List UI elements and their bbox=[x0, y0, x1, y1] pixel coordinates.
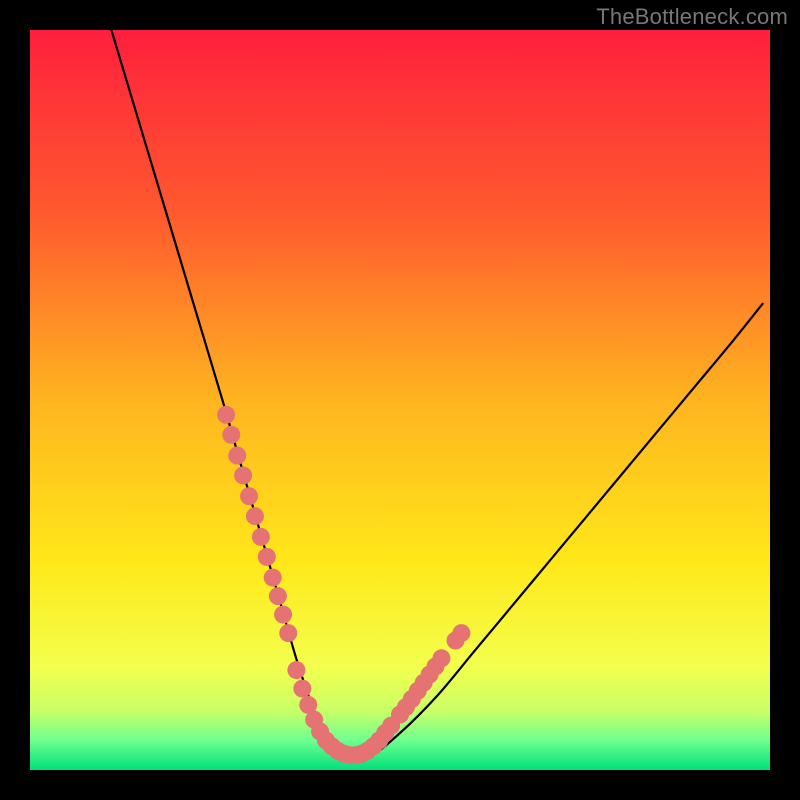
watermark-text: TheBottleneck.com bbox=[596, 4, 788, 30]
curve-dot bbox=[269, 587, 287, 605]
chart-stage: TheBottleneck.com bbox=[0, 0, 800, 800]
curve-dot bbox=[228, 447, 246, 465]
curve-dot bbox=[234, 466, 252, 484]
curve-dot bbox=[432, 649, 450, 667]
curve-dot bbox=[258, 548, 276, 566]
curve-dot bbox=[246, 507, 264, 525]
curve-dot bbox=[240, 487, 258, 505]
curve-dot bbox=[222, 426, 240, 444]
curve-dot bbox=[287, 661, 305, 679]
curve-dot bbox=[293, 680, 311, 698]
curve-dot bbox=[452, 624, 470, 642]
plot-background bbox=[30, 30, 770, 770]
curve-dot bbox=[274, 606, 292, 624]
curve-dot bbox=[264, 569, 282, 587]
bottleneck-chart bbox=[0, 0, 800, 800]
curve-dot bbox=[217, 406, 235, 424]
curve-dot bbox=[252, 528, 270, 546]
curve-dot bbox=[279, 624, 297, 642]
